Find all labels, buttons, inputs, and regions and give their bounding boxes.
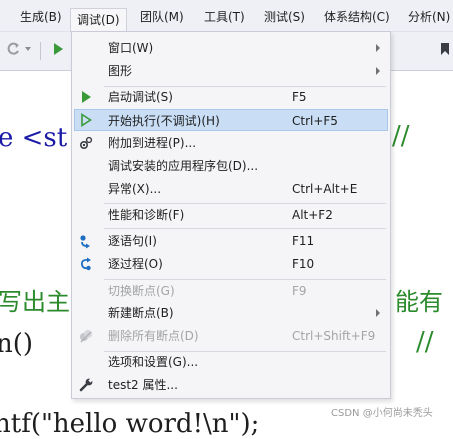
menu-item-project-properties[interactable]: test2 属性... xyxy=(74,374,388,396)
menu-analyze[interactable]: 分析(N) xyxy=(404,7,453,27)
menu-team[interactable]: 团队(M) xyxy=(136,7,188,27)
menu-item-shortcut: F5 xyxy=(292,90,307,104)
menu-build[interactable]: 生成(B) xyxy=(16,7,66,27)
code-line-include: e <st xyxy=(0,123,68,153)
menu-item-window[interactable]: 窗口(W) xyxy=(74,37,388,59)
start-without-debug-icon xyxy=(81,113,92,127)
menu-item-start-debugging[interactable]: 启动调试(S) F5 xyxy=(74,86,388,108)
delete-breakpoints-icon xyxy=(80,330,92,343)
menu-item-label: 逐语句(I) xyxy=(108,234,157,248)
menu-item-label: 删除所有断点(D) xyxy=(108,329,199,343)
menu-architecture[interactable]: 体系结构(C) xyxy=(320,7,394,27)
menu-separator xyxy=(104,228,386,229)
menu-item-delete-all-breakpoints[interactable]: 删除所有断点(D) Ctrl+Shift+F9 xyxy=(74,325,388,347)
step-over-icon xyxy=(80,257,91,271)
menu-item-shortcut: Ctrl+Shift+F9 xyxy=(292,329,376,343)
menu-debug[interactable]: 调试(D) xyxy=(70,8,127,32)
menu-item-toggle-breakpoint[interactable]: 切换断点(G) F9 xyxy=(74,280,388,302)
watermark: CSDN @小何尚未秃头 xyxy=(331,408,433,419)
menu-item-label: 窗口(W) xyxy=(108,41,154,55)
submenu-arrow-icon xyxy=(376,44,380,52)
attach-process-icon xyxy=(79,136,93,150)
code-comment-1: // xyxy=(392,121,410,151)
start-debug-icon xyxy=(82,91,91,103)
menu-item-label: 附加到进程(P)... xyxy=(108,136,197,150)
menu-item-label: 启动调试(S) xyxy=(108,90,173,104)
menu-item-debug-installed-package[interactable]: 调试安装的应用程序包(D)... xyxy=(74,155,388,177)
menu-item-performance-diagnostics[interactable]: 性能和诊断(F) Alt+F2 xyxy=(74,204,388,226)
step-into-icon xyxy=(80,235,90,249)
menu-item-shortcut: Ctrl+Alt+E xyxy=(292,182,358,196)
menu-bar: 生成(B) 调试(D) 团队(M) 工具(T) 测试(S) 体系结构(C) 分析… xyxy=(0,0,453,32)
menu-item-new-breakpoint[interactable]: 新建断点(B) xyxy=(74,302,388,324)
submenu-arrow-icon xyxy=(376,67,380,75)
menu-item-label: 调试安装的应用程序包(D)... xyxy=(108,159,259,173)
menu-item-shortcut: Ctrl+F5 xyxy=(292,114,338,128)
menu-test[interactable]: 测试(S) xyxy=(260,7,309,27)
menu-item-shortcut: F9 xyxy=(292,284,307,298)
toolbar-separator xyxy=(40,42,41,60)
menu-item-label: 新建断点(B) xyxy=(108,306,174,320)
code-comment-2: // xyxy=(416,327,434,357)
debug-menu: 窗口(W) 图形 启动调试(S) F5 开始执行(不调试)(H) Ctrl+F5… xyxy=(71,31,391,399)
code-line-main: n() xyxy=(0,329,34,359)
dropdown-arrow-icon[interactable] xyxy=(24,45,32,53)
menu-item-label: 性能和诊断(F) xyxy=(108,208,185,222)
menu-item-shortcut: Alt+F2 xyxy=(292,208,333,222)
submenu-arrow-icon xyxy=(376,309,380,317)
redo-icon[interactable] xyxy=(6,41,22,57)
menu-tools[interactable]: 工具(T) xyxy=(200,7,249,27)
menu-item-shortcut: F10 xyxy=(292,257,315,271)
comment-text-right: 能有 xyxy=(395,290,443,316)
start-icon[interactable] xyxy=(50,41,66,57)
menu-item-label: 逐过程(O) xyxy=(108,257,163,271)
menu-item-label: 切换断点(G) xyxy=(108,284,175,298)
menu-item-options-settings[interactable]: 选项和设置(G)... xyxy=(74,351,388,373)
menu-item-graphics[interactable]: 图形 xyxy=(74,60,388,82)
menu-item-label: 异常(X)... xyxy=(108,182,162,196)
menu-item-exceptions[interactable]: 异常(X)... Ctrl+Alt+E xyxy=(74,178,388,200)
menu-item-attach-to-process[interactable]: 附加到进程(P)... xyxy=(74,132,388,154)
menu-item-label: 开始执行(不调试)(H) xyxy=(108,114,220,128)
comment-text-left: 写出主 xyxy=(0,290,70,316)
menu-item-label: 图形 xyxy=(108,64,133,78)
menu-item-step-over[interactable]: 逐过程(O) F10 xyxy=(74,253,388,275)
code-line-printf: ntf("hello word!\n"); xyxy=(0,409,260,439)
menu-item-start-without-debugging[interactable]: 开始执行(不调试)(H) Ctrl+F5 xyxy=(74,109,388,131)
menu-item-step-into[interactable]: 逐语句(I) F11 xyxy=(74,230,388,252)
menu-item-label: test2 属性... xyxy=(108,378,178,392)
menu-item-label: 选项和设置(G)... xyxy=(108,355,199,369)
wrench-icon xyxy=(79,378,93,392)
bookmark-icon[interactable] xyxy=(437,41,453,57)
menu-item-shortcut: F11 xyxy=(292,234,315,248)
